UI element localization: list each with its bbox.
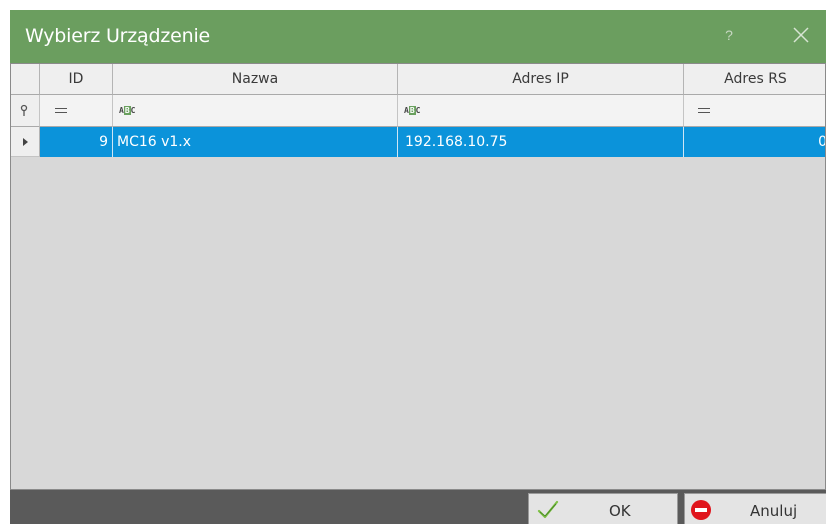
ok-button-label: OK [609, 502, 631, 520]
column-header-adres-rs[interactable]: Adres RS [684, 64, 825, 95]
check-icon [537, 500, 559, 519]
title-bar[interactable]: Wybierz Urządzenie ? [10, 10, 826, 63]
cancel-button[interactable]: Anuluj [684, 493, 826, 524]
text-filter-icon: ABC [119, 106, 136, 115]
select-device-dialog: Wybierz Urządzenie ? ID Nazwa Adres IP A… [10, 10, 826, 524]
filter-row-indicator [11, 95, 40, 127]
filter-pin-icon [20, 104, 28, 116]
cell-adres-ip[interactable]: 192.168.10.75 [398, 127, 684, 157]
cancel-button-label: Anuluj [750, 502, 798, 520]
equals-operator-icon [698, 108, 710, 113]
filter-cell-nazwa[interactable]: ABC [113, 95, 398, 127]
dialog-title: Wybierz Urządzenie [25, 25, 211, 47]
close-icon [793, 27, 809, 43]
column-header-nazwa[interactable]: Nazwa [113, 64, 398, 95]
text-filter-icon: ABC [404, 106, 421, 115]
cell-adres-rs[interactable]: 0 [684, 127, 825, 157]
ok-button[interactable]: OK [528, 493, 678, 524]
dialog-footer: OK Anuluj [10, 490, 826, 524]
current-row-arrow-icon [23, 138, 28, 146]
device-grid[interactable]: ID Nazwa Adres IP Adres RS ABC ABC 9 MC1… [10, 63, 826, 490]
column-header-adres-ip[interactable]: Adres IP [398, 64, 684, 95]
row-indicator-header [11, 64, 40, 95]
column-header-id[interactable]: ID [40, 64, 113, 95]
close-button[interactable] [788, 22, 814, 48]
filter-cell-id[interactable] [40, 95, 113, 127]
filter-cell-adres-ip[interactable]: ABC [398, 95, 684, 127]
row-indicator[interactable] [11, 127, 40, 157]
cell-id[interactable]: 9 [40, 127, 113, 157]
help-button[interactable]: ? [718, 24, 740, 46]
cancel-icon [691, 500, 711, 520]
equals-operator-icon [55, 108, 67, 113]
cell-nazwa[interactable]: MC16 v1.x [113, 127, 398, 157]
filter-cell-adres-rs[interactable] [684, 95, 825, 127]
